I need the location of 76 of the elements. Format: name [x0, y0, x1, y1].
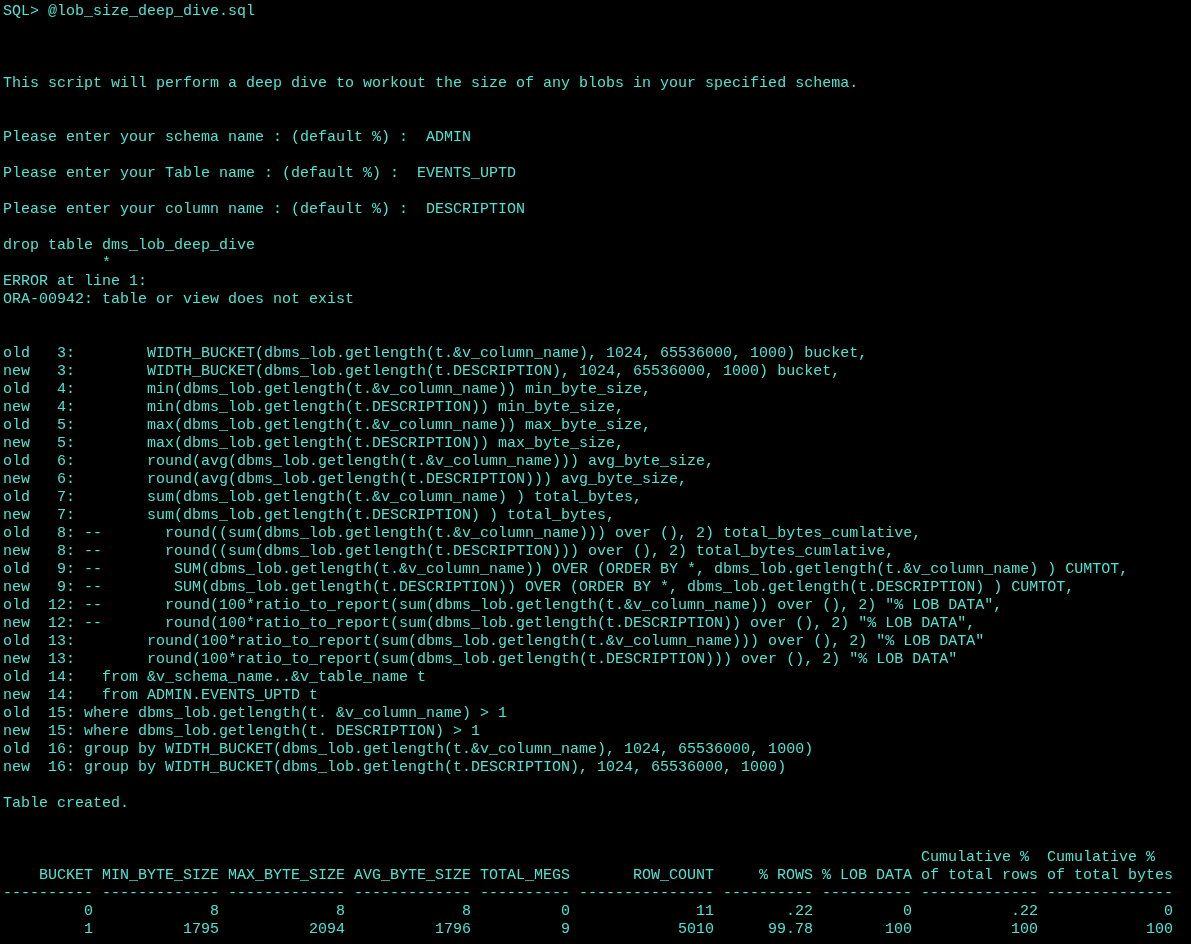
column-header: of total bytes: [1047, 867, 1174, 885]
dash-rule: -------------: [354, 885, 472, 902]
table-cell: 1795: [183, 921, 219, 938]
table-cell: 1: [84, 921, 93, 938]
table-cell: 0: [84, 903, 93, 920]
terminal-line: old 14: from &v_schema_name..&v_table_name t: [3, 669, 427, 686]
terminal-line: new 12: -- round(100*ratio_to_report(sum(dbms_lob.getlength(t.DESCRIPTION)) over (), 2) "% LOB DATA",: [3, 615, 976, 632]
terminal-line: new 5: max(dbms_lob.getlength(t.DESCRIPTION)) max_byte_size,: [3, 435, 625, 452]
table-cell: .22: [786, 903, 813, 920]
column-header: % LOB DATA: [822, 867, 912, 885]
terminal-line: old 4: min(dbms_lob.getlength(t.&v_column_name)) min_byte_size,: [3, 381, 652, 398]
terminal-line: SQL> @lob_size_deep_dive.sql: [3, 3, 256, 20]
dash-rule: ----------: [723, 885, 813, 902]
terminal-line: new 15: where dbms_lob.getlength(t. DESCRIPTION) > 1: [3, 723, 481, 740]
terminal-line: new 8: -- round((sum(dbms_lob.getlength(t.DESCRIPTION))) over (), 2) total_bytes_cumlative,: [3, 543, 895, 560]
table-cell: .22: [1011, 903, 1038, 920]
terminal-line: old 9: -- SUM(dbms_lob.getlength(t.&v_column_name)) OVER (ORDER BY *, dbms_lob.getlength(t.&v_column_name) ) CUMTOT,: [3, 561, 1129, 578]
dash-rule: -------------: [921, 885, 1039, 902]
terminal-line: new 6: round(avg(dbms_lob.getlength(t.DESCRIPTION))) avg_byte_size,: [3, 471, 688, 488]
dash-rule: --------------: [1047, 885, 1174, 902]
column-header: MIN_BYTE_SIZE: [101, 867, 219, 885]
terminal-line: Table created.: [3, 795, 130, 812]
terminal-line: old 3: WIDTH_BUCKET(dbms_lob.getlength(t.&v_column_name), 1024, 65536000, 1000) bucket,: [3, 345, 868, 362]
table-cell: 100: [885, 921, 912, 938]
table-cell: 8: [462, 903, 471, 920]
dash-rule: ----------: [822, 885, 912, 902]
column-header: Cumulative %: [921, 849, 1030, 867]
terminal-line: Please enter your Table name : (default %) : EVENTS_UPTD: [3, 165, 517, 182]
terminal-line: old 13: round(100*ratio_to_report(sum(dbms_lob.getlength(t.&v_column_name))) over (), 2) "% LOB DATA": [3, 633, 985, 650]
column-header: ROW_COUNT: [633, 867, 714, 885]
terminal-line: new 3: WIDTH_BUCKET(dbms_lob.getlength(t.DESCRIPTION), 1024, 65536000, 1000) bucket,: [3, 363, 841, 380]
terminal-line: new 14: from ADMIN.EVENTS_UPTD t: [3, 687, 319, 704]
terminal-line: This script will perform a deep dive to workout the size of any blobs in your specified schema.: [3, 75, 859, 92]
terminal-line: ORA-00942: table or view does not exist: [3, 291, 355, 308]
table-cell: 1796: [435, 921, 471, 938]
terminal-line: old 5: max(dbms_lob.getlength(t.&v_column_name)) max_byte_size,: [3, 417, 652, 434]
table-cell: 11: [696, 903, 714, 920]
column-header: AVG_BYTE_SIZE: [353, 867, 471, 885]
terminal-line: old 12: -- round(100*ratio_to_report(sum(dbms_lob.getlength(t.&v_column_name)) over (), 2) "% LOB DATA",: [3, 597, 1003, 614]
terminal-line: old 8: -- round((sum(dbms_lob.getlength(t.&v_column_name))) over (), 2) total_bytes_cumlative,: [3, 525, 922, 542]
dash-rule: ----------: [3, 885, 93, 902]
table-cell: 0: [561, 903, 570, 920]
terminal-line: old 6: round(avg(dbms_lob.getlength(t.&v_column_name))) avg_byte_size,: [3, 453, 715, 470]
dash-rule: ---------------: [579, 885, 715, 902]
table-cell: 100: [1146, 921, 1173, 938]
terminal-line: ERROR at line 1:: [3, 273, 148, 290]
dash-rule: -------------: [102, 885, 220, 902]
table-cell: 8: [336, 903, 345, 920]
table-cell: 99.78: [768, 921, 813, 938]
table-cell: 2094: [309, 921, 345, 938]
dash-rule: -------------: [228, 885, 346, 902]
terminal-line: new 9: -- SUM(dbms_lob.getlength(t.DESCRIPTION)) OVER (ORDER BY *, dbms_lob.getlength(t.DESCRIPTION) ) CUMTOT,: [3, 579, 1075, 596]
table-cell: 100: [1011, 921, 1038, 938]
terminal-line: new 7: sum(dbms_lob.getlength(t.DESCRIPTION) ) total_bytes,: [3, 507, 616, 524]
table-cell: 0: [903, 903, 912, 920]
table-cell: 0: [1164, 903, 1173, 920]
terminal-line: new 4: min(dbms_lob.getlength(t.DESCRIPTION)) min_byte_size,: [3, 399, 625, 416]
terminal-line: new 13: round(100*ratio_to_report(sum(dbms_lob.getlength(t.DESCRIPTION))) over (), 2) "% LOB DATA": [3, 651, 958, 668]
terminal-line: new 16: group by WIDTH_BUCKET(dbms_lob.getlength(t.DESCRIPTION), 1024, 65536000, 1000): [3, 759, 787, 776]
terminal-line: *: [101, 255, 112, 272]
column-header: of total rows: [921, 867, 1039, 885]
terminal-line: old 7: sum(dbms_lob.getlength(t.&v_column_name) ) total_bytes,: [3, 489, 643, 506]
dash-rule: ----------: [480, 885, 570, 902]
terminal-line: Please enter your column name : (default %) : DESCRIPTION: [3, 201, 526, 218]
terminal-line: old 15: where dbms_lob.getlength(t. &v_column_name) > 1: [3, 705, 508, 722]
column-header: MAX_BYTE_SIZE: [227, 867, 345, 885]
column-header: % ROWS: [759, 867, 813, 885]
terminal-line: drop table dms_lob_deep_dive: [3, 237, 256, 254]
table-cell: 8: [210, 903, 219, 920]
column-header: Cumulative %: [1047, 849, 1156, 867]
terminal-line: Please enter your schema name : (default %) : ADMIN: [3, 129, 472, 146]
column-header: BUCKET: [39, 867, 93, 885]
table-cell: 9: [561, 921, 570, 938]
column-header: TOTAL_MEGS: [480, 867, 570, 885]
terminal-line: old 16: group by WIDTH_BUCKET(dbms_lob.getlength(t.&v_column_name), 1024, 65536000, 1000): [3, 741, 814, 758]
table-cell: 5010: [678, 921, 714, 938]
